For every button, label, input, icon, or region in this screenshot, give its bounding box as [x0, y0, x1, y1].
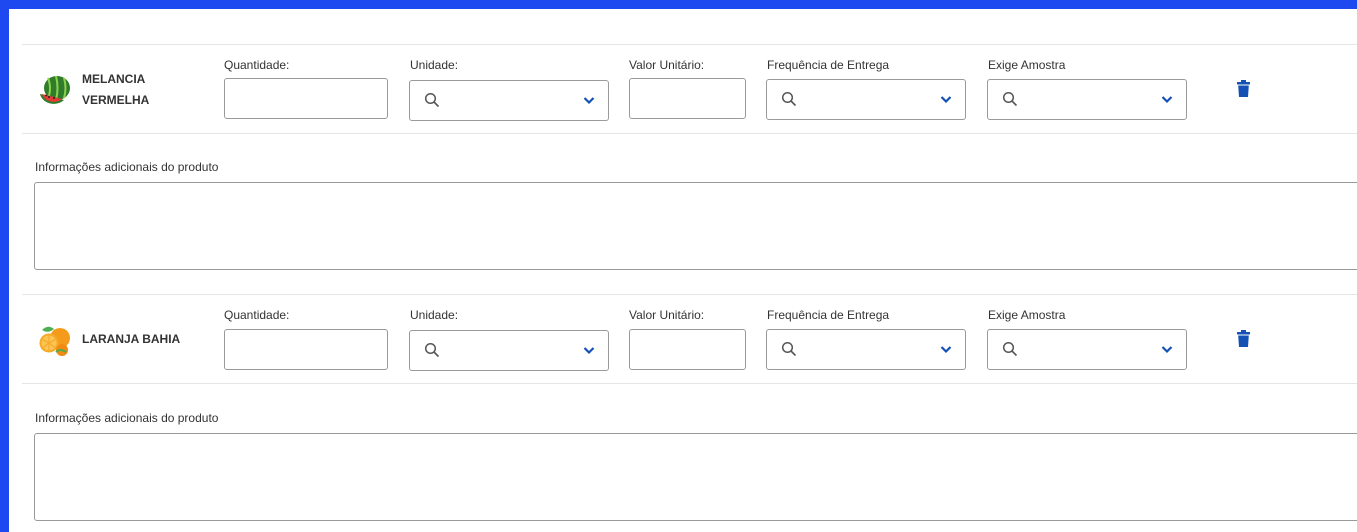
exige-amostra-label: Exige Amostra	[988, 58, 1066, 72]
search-icon	[1002, 91, 1018, 107]
search-icon	[781, 341, 797, 357]
chevron-down-icon	[583, 347, 595, 355]
unidade-label: Unidade:	[410, 58, 459, 72]
unidade-select[interactable]	[409, 330, 609, 371]
info-label: Informações adicionais do produto	[35, 411, 219, 425]
frequencia-select[interactable]	[766, 329, 966, 370]
search-icon	[781, 91, 797, 107]
chevron-down-icon	[1161, 346, 1173, 354]
valor-unitario-input[interactable]	[629, 78, 746, 119]
unidade-select[interactable]	[409, 80, 609, 121]
valor-unitario-label: Valor Unitário:	[629, 58, 705, 72]
chevron-down-icon	[940, 96, 952, 104]
exige-amostra-select[interactable]	[987, 79, 1187, 120]
product-name-laranja: LARANJA BAHIA	[38, 322, 180, 356]
product-name-line2: VERMELHA	[82, 93, 150, 107]
product-name-line1: MELANCIA	[82, 72, 146, 86]
valor-unitario-label: Valor Unitário:	[629, 308, 705, 322]
quantidade-input[interactable]	[224, 78, 388, 119]
chevron-down-icon	[1161, 96, 1173, 104]
quantidade-label: Quantidade:	[224, 58, 290, 72]
info-textarea[interactable]	[34, 182, 1357, 270]
valor-unitario-input[interactable]	[629, 329, 746, 370]
product-name-line1: LARANJA BAHIA	[82, 331, 181, 346]
search-icon	[1002, 341, 1018, 357]
quantidade-label: Quantidade:	[224, 308, 290, 322]
search-icon	[424, 342, 440, 358]
frequencia-select[interactable]	[766, 79, 966, 120]
exige-amostra-select[interactable]	[987, 329, 1187, 370]
frequencia-label: Frequência de Entrega	[767, 58, 890, 72]
info-textarea[interactable]	[34, 433, 1357, 521]
chevron-down-icon	[940, 346, 952, 354]
orange-icon	[39, 326, 70, 356]
trash-icon[interactable]	[1237, 330, 1250, 347]
frequencia-label: Frequência de Entrega	[767, 308, 890, 322]
trash-icon[interactable]	[1237, 80, 1250, 97]
search-icon	[424, 92, 440, 108]
quantidade-input[interactable]	[224, 329, 388, 370]
watermelon-icon	[40, 75, 70, 104]
unidade-label: Unidade:	[410, 308, 459, 322]
info-label: Informações adicionais do produto	[35, 160, 219, 174]
chevron-down-icon	[583, 97, 595, 105]
exige-amostra-label: Exige Amostra	[988, 308, 1066, 322]
product-name-melancia: MELANCIA VERMELHA	[38, 69, 149, 111]
